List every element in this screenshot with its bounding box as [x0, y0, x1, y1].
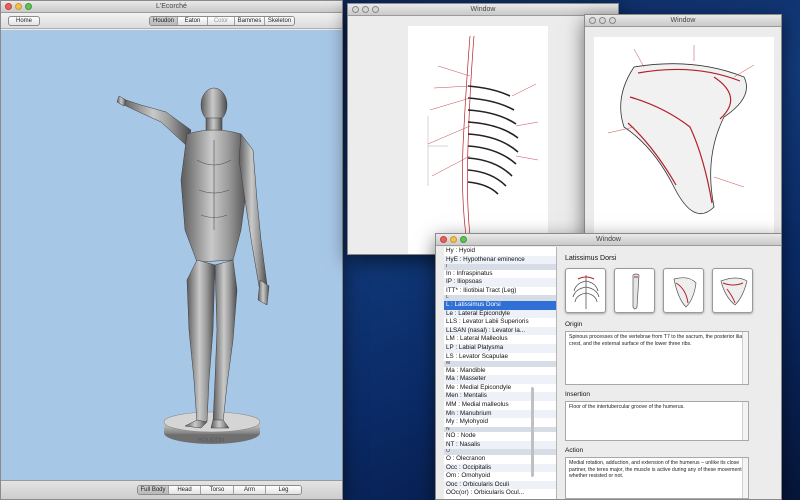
- thumbnail-ribcage[interactable]: [565, 268, 606, 313]
- list-item[interactable]: LS : Levator Scapulae: [444, 353, 556, 362]
- zoom-button[interactable]: [372, 6, 379, 13]
- list-item[interactable]: Mn : Manubrium: [444, 409, 556, 419]
- tab-leg[interactable]: Leg: [266, 486, 301, 494]
- close-button[interactable]: [352, 6, 359, 13]
- origin-text[interactable]: Spinous processes of the vertebrae from …: [565, 331, 749, 385]
- rib-cage-diagram: [427, 35, 539, 237]
- list-item[interactable]: HyE : Hypothenar eminence: [444, 255, 556, 265]
- list-item[interactable]: NO : Node: [444, 432, 556, 441]
- muscle-detail-panel: Latissimus Dorsi Origin Spinous processe…: [561, 247, 781, 499]
- scapula-diagram-window: Window: [584, 14, 782, 237]
- thumbnail-humerus[interactable]: [614, 268, 655, 313]
- muscle-list[interactable]: Hy : Hyoid HyE : Hypothenar eminence I I…: [444, 247, 557, 499]
- zoom-button[interactable]: [25, 3, 32, 10]
- list-item[interactable]: My : Mylohyoid: [444, 418, 556, 427]
- tab-color: Color: [208, 17, 235, 25]
- origin-text-content: Spinous processes of the vertebrae from …: [569, 334, 745, 347]
- ribcage-thumbnail-icon: [572, 275, 600, 309]
- info-titlebar[interactable]: Window: [436, 234, 781, 246]
- view-bar: Full Body Head Torso Arm Leg: [1, 480, 342, 499]
- scapula-back-thumbnail-icon: [720, 277, 748, 306]
- torso-diagram-window: Window: [347, 3, 619, 255]
- ecorche-figure[interactable]: HOUDON: [1, 30, 342, 482]
- main-window: L'Ecorché Home Houdon Eaton Color Bammes…: [0, 0, 343, 500]
- action-label: Action: [565, 447, 584, 454]
- list-item[interactable]: Me : Medial Epicondyle: [444, 384, 556, 393]
- main-toolbar: Home Houdon Eaton Color Bammes Skeleton: [1, 13, 342, 29]
- action-text-content: Medial rotation, adduction, and extensio…: [569, 460, 745, 479]
- list-item[interactable]: ITT* : Iliotibial Tract (Leg): [444, 287, 556, 296]
- list-item[interactable]: O : Olecranon: [444, 455, 556, 464]
- scapula-diagram: [594, 37, 774, 235]
- list-item[interactable]: Le : Lateral Epicondyle: [444, 309, 556, 319]
- list-item[interactable]: MM : Medial malleolus: [444, 401, 556, 410]
- window-title: Window: [470, 6, 496, 13]
- list-item[interactable]: Occ : Occipitalis: [444, 463, 556, 473]
- tab-skeleton[interactable]: Skeleton: [265, 17, 294, 25]
- close-button[interactable]: [440, 236, 447, 243]
- list-item[interactable]: LLS : Levator Labii Superioris: [444, 318, 556, 327]
- minimize-button[interactable]: [599, 17, 606, 24]
- insertion-text-content: Floor of the intertubercular groove of t…: [569, 404, 685, 410]
- insertion-label: Insertion: [565, 391, 590, 398]
- list-item[interactable]: Hy : Hyoid: [444, 247, 556, 256]
- scapula-illustration: [607, 45, 755, 214]
- window-title: L'Ecorché: [156, 3, 187, 10]
- list-item[interactable]: IP : Iliopsoas: [444, 278, 556, 287]
- scapula-thumbnail-icon: [673, 277, 697, 308]
- window-title: Window: [670, 17, 696, 24]
- window-title: Window: [596, 236, 621, 243]
- close-button[interactable]: [589, 17, 596, 24]
- minimize-button[interactable]: [450, 236, 457, 243]
- tab-houdon[interactable]: Houdon: [150, 17, 178, 25]
- list-item[interactable]: In : Infraspinatus: [444, 270, 556, 279]
- model-selector: Houdon Eaton Color Bammes Skeleton: [149, 16, 295, 26]
- list-item[interactable]: NT : Nasalis: [444, 440, 556, 450]
- minimize-button[interactable]: [15, 3, 22, 10]
- muscle-title: Latissimus Dorsi: [565, 255, 617, 262]
- pedestal-text: HOUDON: [198, 438, 225, 444]
- insertion-text[interactable]: Floor of the intertubercular groove of t…: [565, 401, 749, 441]
- tab-full-body[interactable]: Full Body: [138, 486, 169, 494]
- view-selector: Full Body Head Torso Arm Leg: [137, 485, 302, 495]
- origin-scrollbar[interactable]: [742, 332, 748, 384]
- insertion-scrollbar[interactable]: [742, 402, 748, 440]
- model-viewport[interactable]: HOUDON: [1, 30, 342, 482]
- thumbnail-scapula-front[interactable]: [663, 268, 704, 313]
- home-button[interactable]: Home: [8, 16, 40, 26]
- tab-bammes[interactable]: Bammes: [235, 17, 265, 25]
- origin-label: Origin: [565, 321, 583, 328]
- list-item[interactable]: Ooc : Orbicularis Oculi: [444, 480, 556, 490]
- close-button[interactable]: [5, 3, 12, 10]
- list-item[interactable]: LLSAN (nasal) : Levator la...: [444, 326, 556, 336]
- list-item[interactable]: LM : Lateral Malleolus: [444, 335, 556, 344]
- zoom-button[interactable]: [460, 236, 467, 243]
- main-titlebar[interactable]: L'Ecorché: [1, 1, 342, 13]
- list-item[interactable]: Men : Mentalis: [444, 392, 556, 401]
- minimize-button[interactable]: [362, 6, 369, 13]
- tab-eaton[interactable]: Eaton: [178, 17, 208, 25]
- list-item[interactable]: LP : Labial Platysma: [444, 343, 556, 353]
- scapula-titlebar[interactable]: Window: [585, 15, 781, 27]
- torso-titlebar[interactable]: Window: [348, 4, 618, 16]
- tab-head[interactable]: Head: [169, 486, 201, 494]
- list-item[interactable]: Ma : Mandible: [444, 367, 556, 376]
- torso-diagram: [408, 26, 548, 254]
- humerus-thumbnail-icon: [632, 273, 640, 310]
- list-item-selected[interactable]: L : Latissimus Dorsi: [444, 300, 556, 310]
- list-item[interactable]: Om : Omohyoid: [444, 472, 556, 481]
- muscle-info-window: Window Hy : Hyoid HyE : Hypothenar emine…: [435, 233, 782, 500]
- action-text[interactable]: Medial rotation, adduction, and extensio…: [565, 457, 749, 499]
- action-scrollbar[interactable]: [742, 458, 748, 498]
- tab-torso[interactable]: Torso: [201, 486, 234, 494]
- zoom-button[interactable]: [609, 17, 616, 24]
- list-scrollbar[interactable]: [531, 387, 534, 477]
- list-item[interactable]: OOc(or) : Orbicularis Ocul...: [444, 489, 556, 498]
- tab-arm[interactable]: Arm: [234, 486, 266, 494]
- thumbnail-scapula-back[interactable]: [712, 268, 753, 313]
- list-item[interactable]: Ma : Masseter: [444, 375, 556, 384]
